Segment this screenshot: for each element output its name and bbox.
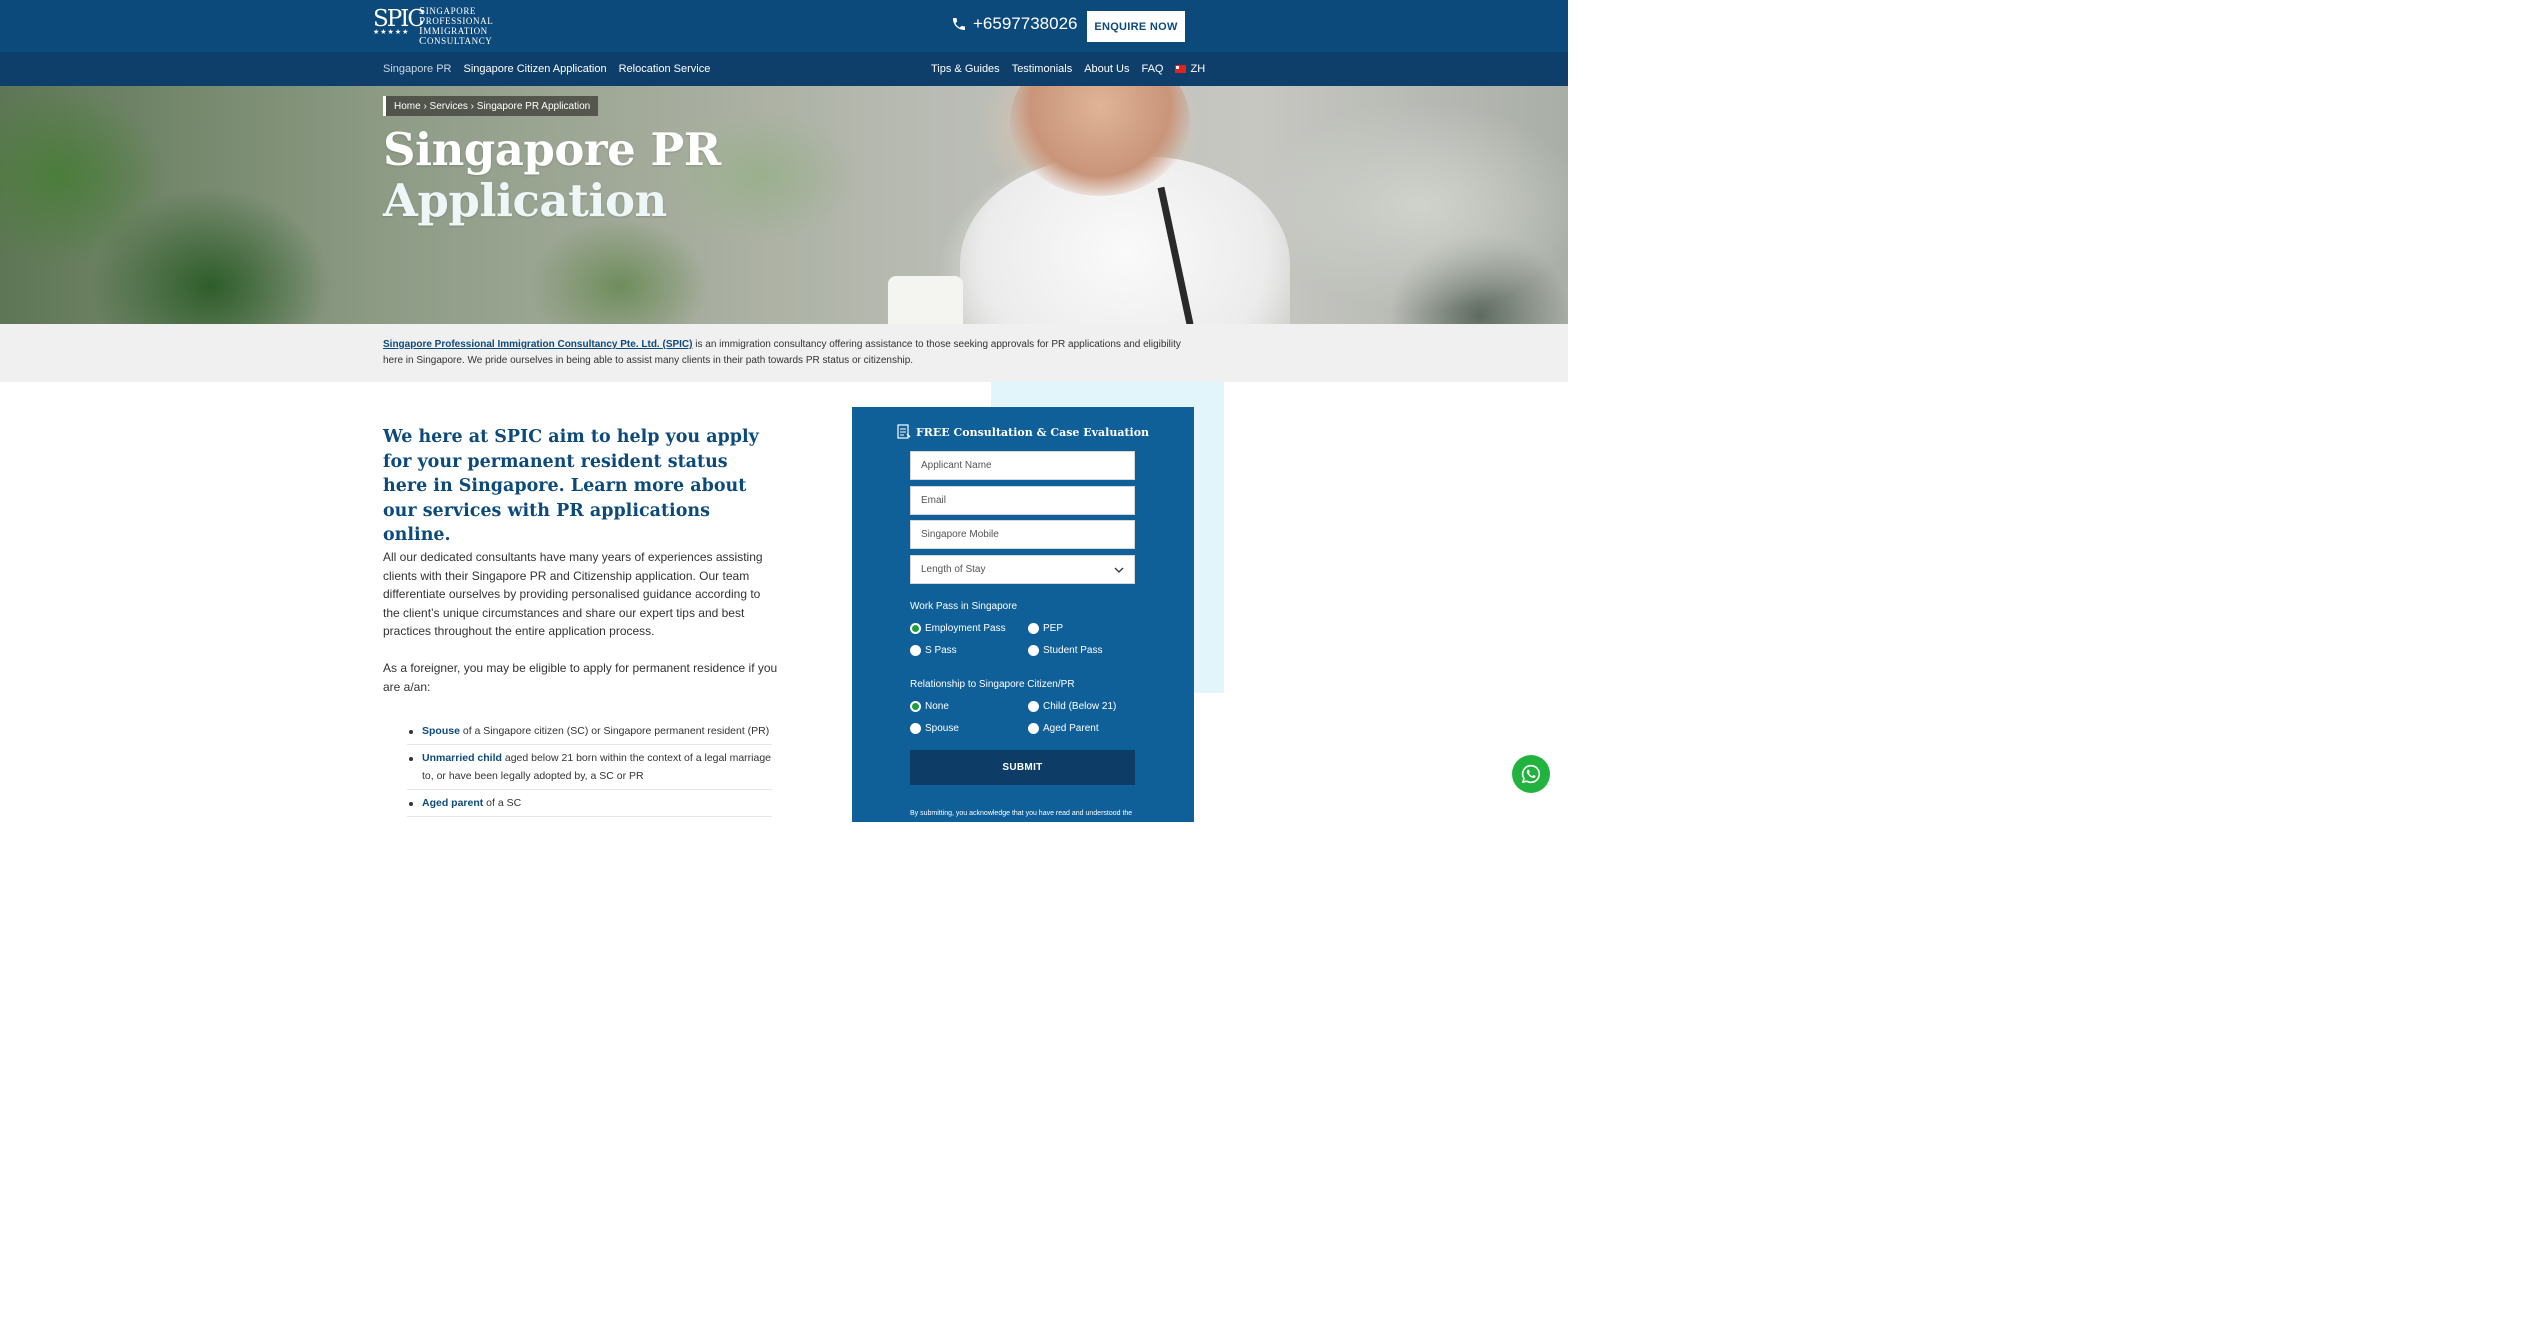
list-item-keyword: Aged parent xyxy=(422,797,484,809)
top-header: SPIC ★★★★★ Singapore Professional Immigr… xyxy=(0,0,1568,52)
radio-student-pass[interactable]: Student Pass xyxy=(1028,645,1102,656)
form-title-text: FREE Consultation & Case Evaluation xyxy=(915,425,1150,439)
nav-item-singapore-pr[interactable]: Singapore PR xyxy=(383,63,452,75)
intro-text: Singapore Professional Immigration Consu… xyxy=(383,337,1188,368)
radio-s-pass[interactable]: S Pass xyxy=(910,645,957,656)
radio-unchecked-icon xyxy=(1028,701,1039,712)
page-title-line-1: Singapore PR xyxy=(383,123,721,176)
logo-line-2: Professional xyxy=(419,15,494,27)
radio-checked-icon xyxy=(910,623,921,634)
china-flag-icon xyxy=(1175,65,1187,74)
language-label: ZH xyxy=(1190,63,1206,75)
hero-banner xyxy=(0,86,1568,324)
radio-label: Student Pass xyxy=(1043,645,1103,656)
phone-number: +6597738026 xyxy=(973,14,1078,33)
radio-label: Spouse xyxy=(925,723,959,734)
work-pass-label: Work Pass in Singapore xyxy=(910,601,1018,612)
logo-line-1: Singapore xyxy=(419,5,477,17)
radio-aged-parent[interactable]: Aged Parent xyxy=(1028,723,1099,734)
radio-label: Aged Parent xyxy=(1043,723,1099,734)
list-item: Aged parent of a SC xyxy=(407,790,772,817)
language-switch[interactable]: ZH xyxy=(1175,63,1205,75)
section-heading: We here at SPIC aim to help you apply fo… xyxy=(383,427,759,545)
list-item-keyword: Spouse xyxy=(422,725,460,737)
logo-monogram: SPIC ★★★★★ xyxy=(373,6,425,46)
radio-child[interactable]: Child (Below 21) xyxy=(1028,701,1116,712)
form-title: FREE Consultation & Case Evaluation xyxy=(852,424,1194,440)
paragraph-eligibility: As a foreigner, you may be eligible to a… xyxy=(383,661,778,694)
mobile-input[interactable]: Singapore Mobile xyxy=(910,520,1135,549)
nav-item-testimonials[interactable]: Testimonials xyxy=(1012,63,1073,75)
logo-line-3: Immigration xyxy=(419,25,488,37)
chevron-down-icon xyxy=(1114,567,1124,573)
submit-button[interactable]: SUBMIT xyxy=(910,750,1135,785)
list-item-text: of a Singapore citizen (SC) or Singapore… xyxy=(459,725,770,737)
radio-none[interactable]: None xyxy=(910,701,949,712)
form-disclaimer: By submitting, you acknowledge that you … xyxy=(910,810,1133,817)
list-item: Unmarried child aged below 21 born withi… xyxy=(407,745,772,790)
radio-label: Employment Pass xyxy=(925,623,1006,634)
list-item: Spouse of a Singapore citizen (SC) or Si… xyxy=(407,718,772,745)
nav-item-tips-guides[interactable]: Tips & Guides xyxy=(931,63,1000,75)
nav-right-group: Tips & Guides Testimonials About Us FAQ … xyxy=(931,52,1217,86)
radio-pep[interactable]: PEP xyxy=(1028,623,1063,634)
nav-item-relocation-service[interactable]: Relocation Service xyxy=(619,63,711,75)
paragraph-consultants: All our dedicated consultants have many … xyxy=(383,550,763,638)
nav-item-about-us[interactable]: About Us xyxy=(1084,63,1129,75)
radio-unchecked-icon xyxy=(1028,623,1039,634)
radio-unchecked-icon xyxy=(1028,723,1039,734)
enquire-now-button[interactable]: ENQUIRE NOW xyxy=(1087,11,1185,42)
hero-photo-cup xyxy=(888,276,963,324)
nav-item-faq[interactable]: FAQ xyxy=(1141,63,1163,75)
page-title-line-2: Application xyxy=(383,174,667,227)
radio-unchecked-icon xyxy=(910,645,921,656)
length-of-stay-value: Length of Stay xyxy=(921,564,986,575)
radio-employment-pass[interactable]: Employment Pass xyxy=(910,623,1006,634)
radio-unchecked-icon xyxy=(1028,645,1039,656)
logo-stars-icon: ★★★★★ xyxy=(373,28,410,36)
radio-spouse[interactable]: Spouse xyxy=(910,723,959,734)
radio-unchecked-icon xyxy=(910,723,921,734)
whatsapp-button[interactable] xyxy=(1512,755,1550,793)
applicant-name-input[interactable]: Applicant Name xyxy=(910,451,1135,480)
email-input[interactable]: Email xyxy=(910,486,1135,515)
spic-link[interactable]: Singapore Professional Immigration Consu… xyxy=(383,339,693,350)
list-item-text: of a SC xyxy=(483,797,522,809)
logo-wordmark: Singapore Professional Immigration Consu… xyxy=(419,6,493,46)
document-icon xyxy=(897,424,911,439)
nav-item-citizen-application[interactable]: Singapore Citizen Application xyxy=(464,63,607,75)
logo[interactable]: SPIC ★★★★★ Singapore Professional Immigr… xyxy=(373,6,493,46)
whatsapp-icon xyxy=(1521,764,1541,784)
page-title: Singapore PR Application xyxy=(383,124,721,226)
phone-icon xyxy=(953,18,965,30)
radio-label: None xyxy=(925,701,949,712)
list-item-keyword: Unmarried child xyxy=(422,752,502,764)
radio-checked-icon xyxy=(910,701,921,712)
breadcrumb[interactable]: Home › Services › Singapore PR Applicati… xyxy=(383,96,599,116)
main-nav: Singapore PR Singapore Citizen Applicati… xyxy=(0,52,1568,86)
radio-label: PEP xyxy=(1043,623,1064,634)
length-of-stay-select[interactable]: Length of Stay xyxy=(910,555,1135,584)
radio-label: S Pass xyxy=(925,645,957,656)
eligibility-list: Spouse of a Singapore citizen (SC) or Si… xyxy=(407,718,772,817)
consultation-form: FREE Consultation & Case Evaluation Appl… xyxy=(852,407,1194,822)
relationship-label: Relationship to Singapore Citizen/PR xyxy=(910,679,1075,690)
nav-left-group: Singapore PR Singapore Citizen Applicati… xyxy=(383,52,722,86)
radio-label: Child (Below 21) xyxy=(1043,701,1117,712)
logo-line-4: Consultancy xyxy=(419,35,493,47)
phone-link[interactable]: +6597738026 xyxy=(951,14,1077,34)
